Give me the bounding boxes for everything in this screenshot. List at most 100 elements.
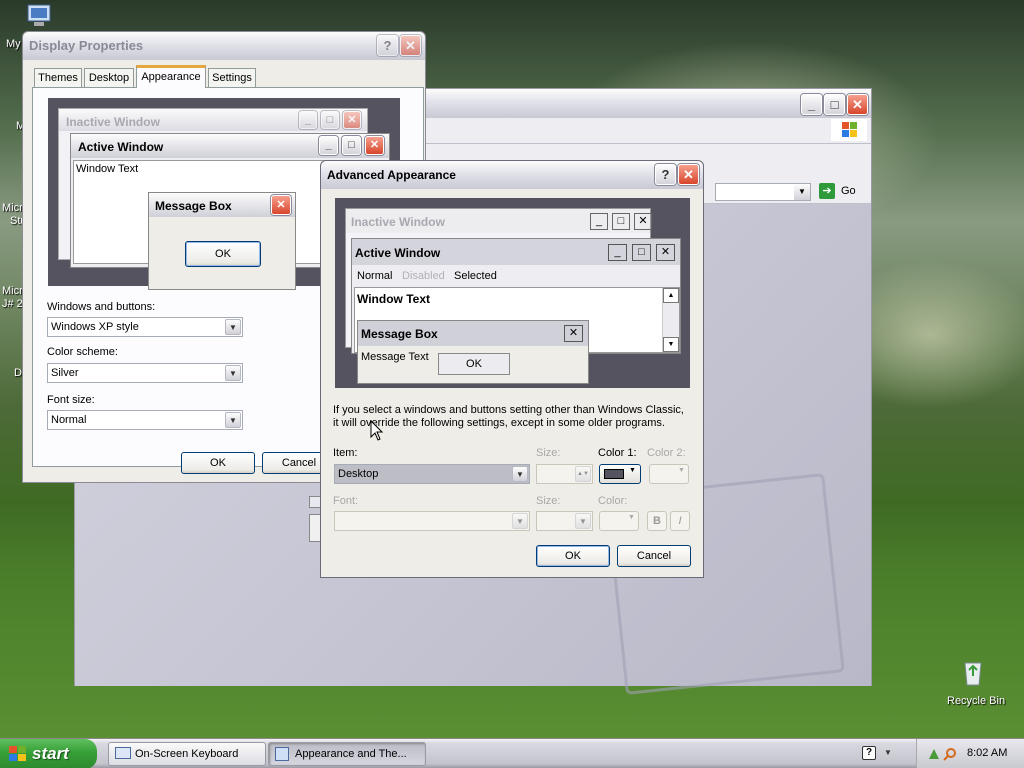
keyboard-icon [115, 747, 131, 759]
windows-logo-icon [831, 119, 867, 141]
preview-msgbox-title: Message Box [361, 327, 438, 341]
preview-scrollbar: ▲ ▼ [662, 288, 679, 352]
size-label: Size: [536, 447, 561, 459]
preview-inactive-title: Inactive Window [351, 215, 445, 229]
bold-button[interactable]: B [647, 511, 667, 531]
ok-button[interactable]: OK [536, 545, 610, 567]
minimize-button[interactable]: _ [801, 94, 822, 115]
font-size-select[interactable]: Normal ▼ [47, 410, 243, 430]
control-panel-icon [275, 747, 289, 761]
spinner-arrows-icon[interactable]: ▲▼ [575, 466, 591, 482]
tab-desktop[interactable]: Desktop [84, 68, 134, 87]
item-select[interactable]: Desktop ▼ [334, 464, 530, 484]
chevron-down-icon[interactable]: ▼ [512, 513, 528, 529]
address-input[interactable]: ▼ [715, 183, 811, 201]
help-icon[interactable]: ? [862, 746, 876, 760]
font-size-label: Font size: [47, 394, 95, 406]
color-scheme-select[interactable]: Silver ▼ [47, 363, 243, 383]
system-tray: 8:02 AM [916, 739, 1024, 768]
chevron-down-icon[interactable]: ▼ [512, 466, 528, 482]
maximize-button[interactable]: □ [824, 94, 845, 115]
help-button[interactable]: ? [655, 164, 676, 185]
color1-button[interactable]: ▼ [599, 464, 641, 484]
preview-minimize-icon: _ [590, 213, 608, 230]
start-button[interactable]: start [0, 739, 97, 768]
chevron-down-icon[interactable]: ▼ [884, 748, 892, 757]
preview-inactive-title: Inactive Window [66, 115, 160, 129]
preview-minimize-icon: _ [319, 136, 338, 155]
windows-buttons-value: Windows XP style [51, 321, 139, 333]
preview-menu-selected: Selected [454, 270, 497, 282]
italic-button[interactable]: I [670, 511, 690, 531]
preview-close-icon: ✕ [634, 213, 652, 230]
preview-close-icon: ✕ [564, 325, 583, 342]
preview-msgbox-text: Message Text [361, 351, 429, 363]
chevron-down-icon: ▼ [628, 514, 635, 521]
taskbar-item-on-screen-keyboard[interactable]: On-Screen Keyboard [108, 742, 266, 766]
font-label: Font: [333, 495, 359, 507]
chevron-down-icon[interactable]: ▼ [225, 319, 241, 335]
chevron-down-icon[interactable]: ▼ [575, 513, 591, 529]
taskbar: start On-Screen Keyboard Appearance and … [0, 738, 1024, 768]
windows-flag-icon [9, 746, 26, 761]
network-icon[interactable] [927, 747, 941, 761]
clock[interactable]: 8:02 AM [967, 747, 1007, 759]
preview-menu-normal: Normal [357, 270, 393, 282]
close-button[interactable]: ✕ [847, 94, 868, 115]
windows-buttons-select[interactable]: Windows XP style ▼ [47, 317, 243, 337]
taskbar-item-appearance[interactable]: Appearance and The... [268, 742, 426, 766]
close-button[interactable]: ✕ [400, 35, 421, 56]
desktop-icon-label[interactable]: D [14, 367, 22, 379]
scroll-down-icon: ▼ [663, 337, 679, 352]
go-button-label[interactable]: Go [841, 185, 856, 197]
advanced-appearance-dialog: Advanced Appearance ? ✕ Inactive Window … [320, 160, 704, 578]
font-color-button[interactable]: ▼ [599, 511, 639, 531]
preview-maximize-icon: □ [342, 136, 361, 155]
my-computer-icon[interactable] [24, 2, 54, 32]
tab-settings[interactable]: Settings [208, 68, 256, 87]
color2-label: Color 2: [647, 447, 686, 459]
close-button[interactable]: ✕ [678, 164, 699, 185]
ok-button[interactable]: OK [181, 452, 255, 474]
preview-close-icon: ✕ [343, 111, 361, 129]
preview-msgbox-title: Message Box [155, 199, 232, 213]
dialog-title: Advanced Appearance [327, 168, 456, 182]
tab-themes[interactable]: Themes [34, 68, 82, 87]
preview-ok-button: OK [438, 353, 510, 375]
chevron-down-icon[interactable]: ▼ [225, 412, 241, 428]
font-select[interactable]: ▼ [334, 511, 530, 531]
scroll-up-icon: ▲ [663, 288, 679, 303]
color2-button[interactable]: ▼ [649, 464, 689, 484]
chevron-down-icon[interactable]: ▼ [794, 184, 810, 200]
item-value: Desktop [338, 468, 379, 480]
preview-maximize-icon: □ [321, 111, 339, 129]
chevron-down-icon[interactable]: ▼ [225, 365, 241, 381]
search-icon[interactable] [943, 747, 957, 761]
taskbar-item-label: Appearance and The... [295, 748, 407, 760]
recycle-bin-icon[interactable] [958, 657, 988, 687]
desktop-icon-label[interactable]: J# 2 [2, 298, 23, 310]
color-scheme-label: Color scheme: [47, 346, 118, 358]
font-size-select[interactable]: ▼ [536, 511, 593, 531]
font-color-label: Color: [598, 495, 628, 507]
info-text-line1: If you select a windows and buttons sett… [333, 404, 684, 416]
tab-appearance[interactable]: Appearance [136, 65, 206, 88]
preview-maximize-icon: □ [632, 244, 651, 261]
preview-window-text: Window Text [357, 292, 430, 306]
color-scheme-value: Silver [51, 367, 79, 379]
desktop-icon-label[interactable]: My [6, 38, 21, 50]
preview-message-box: Message Box ✕ Message Text OK [357, 320, 589, 384]
go-arrow-icon[interactable]: ➔ [819, 183, 835, 199]
recycle-bin-label[interactable]: Recycle Bin [947, 695, 1005, 707]
cancel-button[interactable]: Cancel [617, 545, 691, 567]
preview-close-icon: ✕ [271, 195, 291, 215]
windows-buttons-label: Windows and buttons: [47, 301, 156, 313]
desktop: My M Micro Stu Micro J# 2 D Recycle Bin … [0, 0, 1024, 738]
preview-minimize-icon: _ [299, 111, 317, 129]
help-button[interactable]: ? [377, 35, 398, 56]
size-spinner[interactable]: ▲▼ [536, 464, 593, 484]
dialog-title: Display Properties [29, 38, 144, 53]
computer-icon [27, 4, 51, 26]
font-size-label: Size: [536, 495, 561, 507]
preview-ok-button: OK [185, 241, 261, 267]
